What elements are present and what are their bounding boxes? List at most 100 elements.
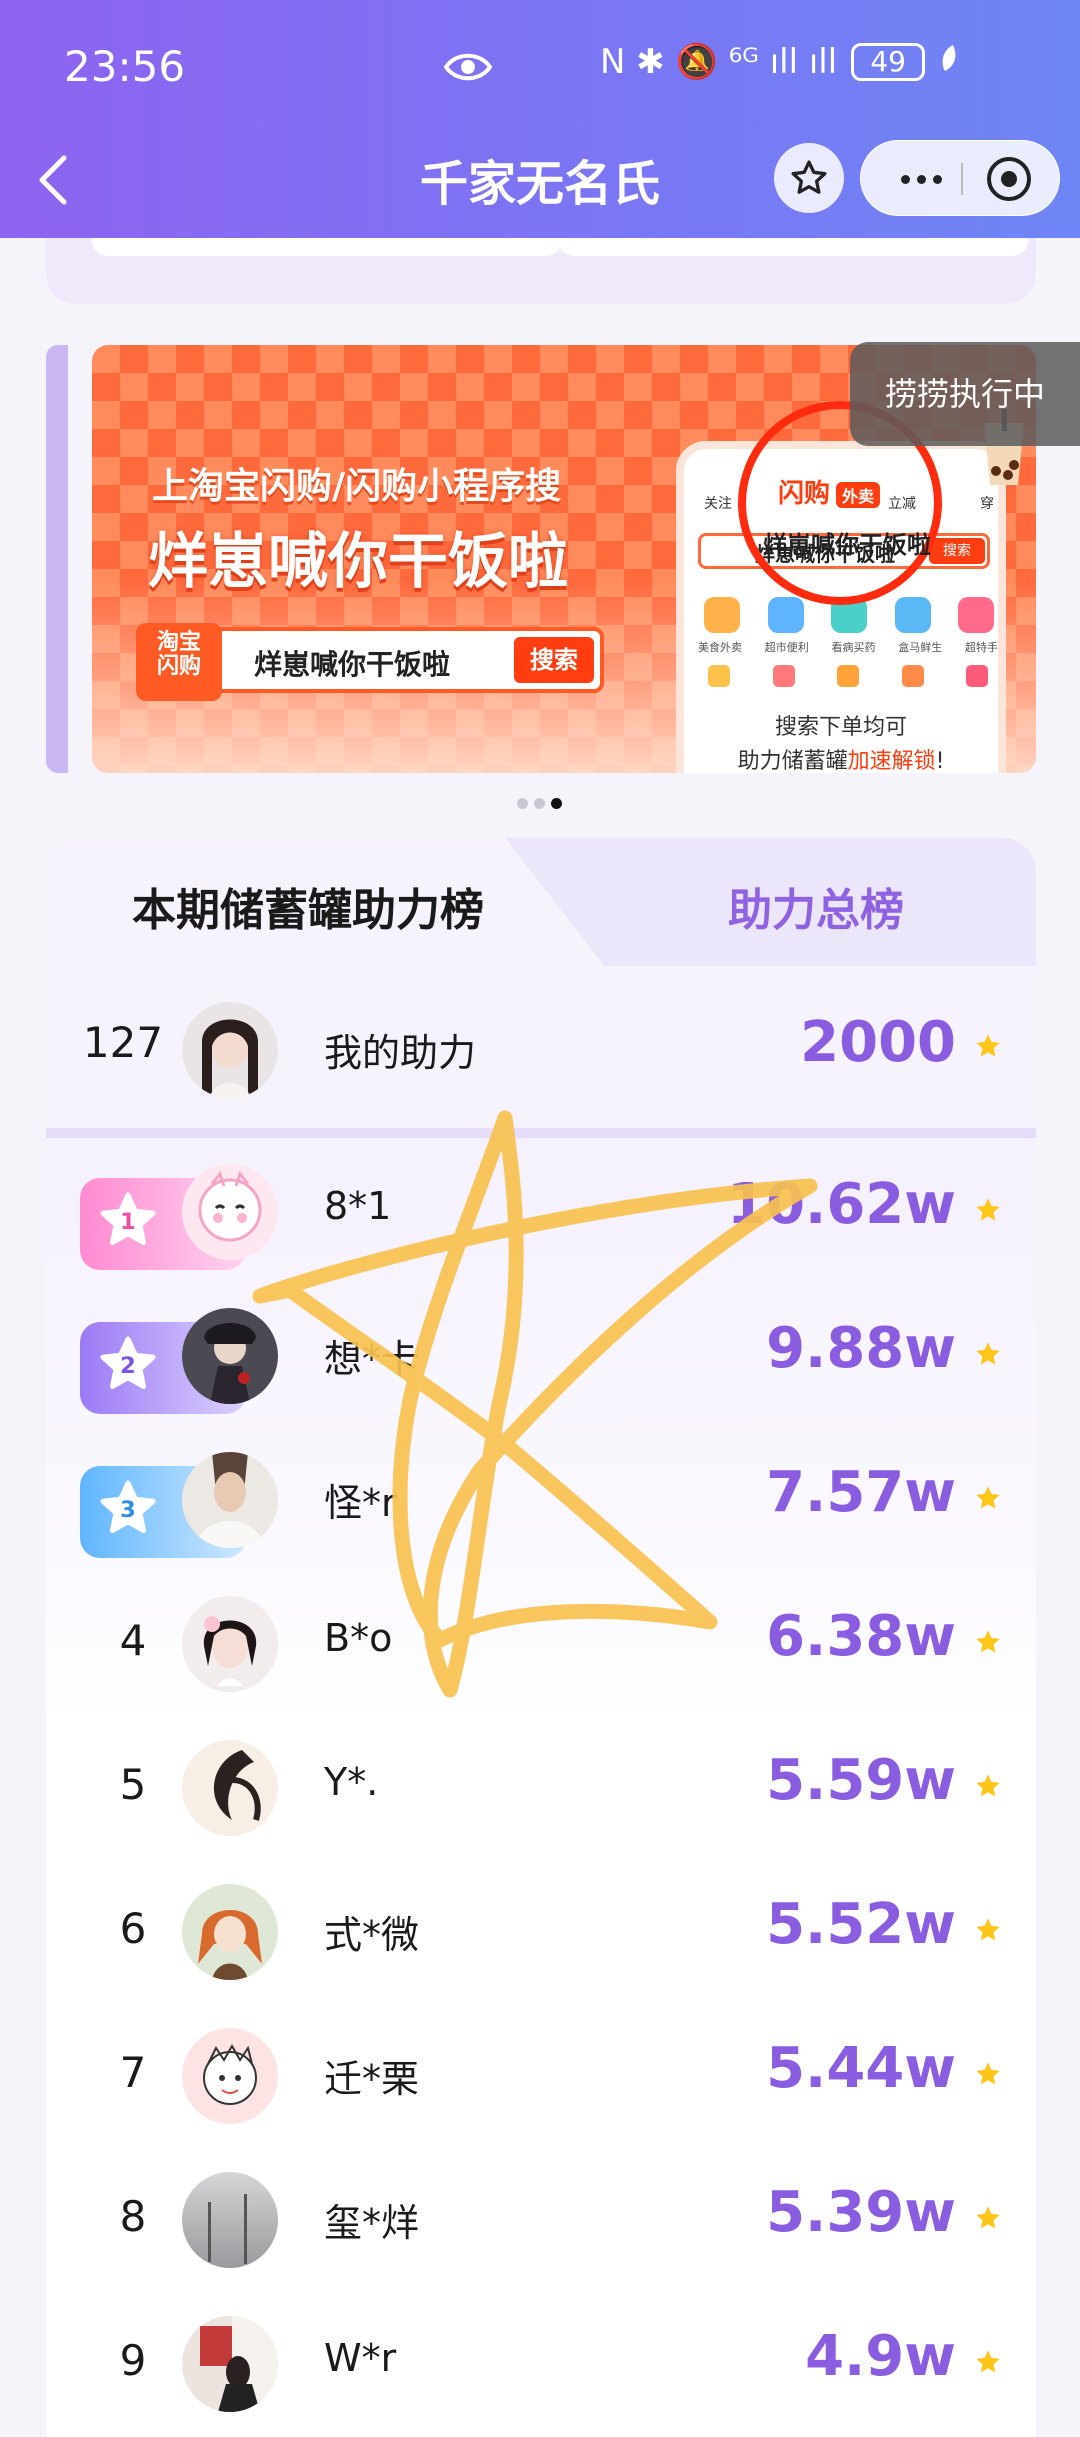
- hema-icon: [894, 597, 931, 633]
- ranking-row[interactable]: 7 迁*栗 5.44w: [46, 2002, 1036, 2146]
- phone-tab: 穿: [980, 496, 994, 512]
- rank-number: 5: [119, 1760, 147, 1809]
- user-avatar[interactable]: [182, 1596, 278, 1692]
- phone-icon-label: 超特手: [965, 641, 998, 654]
- ranking-row[interactable]: 3 怪*r 7.57w: [46, 1426, 1036, 1570]
- store-icon: [767, 597, 804, 633]
- user-name: 玺*烊: [324, 2201, 420, 2245]
- capsule-divider: [961, 163, 963, 195]
- medal-star-icon: 3: [100, 1480, 156, 1533]
- user-avatar[interactable]: [182, 2028, 278, 2124]
- user-score: 6.38w: [766, 1604, 956, 1669]
- small-icon: [708, 665, 730, 687]
- caption-text: !: [935, 749, 945, 773]
- rank-number: 3: [120, 1497, 136, 1523]
- food-icon: [704, 597, 740, 633]
- rank-number: 4: [119, 1616, 147, 1665]
- header: 23:56 N ✱ 🔕 ⁶ᴳ ıll ıll 49 千家无名氏: [0, 0, 1080, 238]
- ranking-row[interactable]: 9 W*r 4.9w: [46, 2290, 1036, 2434]
- banner-search-button: 搜索: [514, 637, 594, 683]
- phone-icon-row-2: [708, 665, 988, 687]
- running-indicator[interactable]: 捞捞执行中: [850, 342, 1080, 446]
- caption-text: 助力储蓄罐: [737, 749, 848, 773]
- phone-icon-labels: 美食外卖 超市便利 看病买药 盒马鲜生 超特手: [698, 639, 998, 655]
- close-miniprogram-button[interactable]: [987, 157, 1031, 201]
- user-avatar[interactable]: [182, 1452, 278, 1548]
- user-avatar[interactable]: [182, 1164, 278, 1260]
- ranking-row[interactable]: 5 Y*. 5.59w: [46, 1714, 1036, 1858]
- rank-number: 8: [119, 2192, 147, 2241]
- user-score: 10.62w: [727, 1172, 956, 1237]
- star-icon: [976, 2350, 1000, 2373]
- eye-icon: [443, 50, 493, 88]
- my-avatar[interactable]: [182, 1002, 278, 1098]
- status-icons: N ✱ 🔕 ⁶ᴳ ıll ıll 49: [600, 42, 959, 82]
- carousel-dots: [517, 798, 562, 809]
- caption-line-1: 搜索下单均可: [774, 715, 907, 740]
- star-icon: [976, 1630, 1000, 1653]
- small-icon: [837, 665, 859, 687]
- user-avatar[interactable]: [182, 2316, 278, 2412]
- user-score: 5.59w: [766, 1748, 956, 1813]
- my-ranking-row: 127 我的助力 2000: [46, 966, 1036, 1138]
- star-icon: [976, 2062, 1000, 2085]
- user-avatar[interactable]: [182, 2172, 278, 2268]
- small-icon: [901, 665, 924, 687]
- ring-search-text: 烊崽喊你干饭啦: [763, 531, 931, 559]
- caption-line-2: 助力储蓄罐加速解锁!: [684, 745, 998, 773]
- tab-current-period-label[interactable]: 本期储蓄罐助力榜: [132, 874, 484, 938]
- phone-caption: 搜索下单均可 助力储蓄罐加速解锁!: [684, 711, 998, 773]
- ranking-card: 本期储蓄罐助力榜 助力总榜 127 我的助力 2000 1 8*1 10.62w…: [46, 838, 1036, 2437]
- user-name: B*o: [324, 1616, 393, 1660]
- phone-search-button: 搜索: [929, 538, 985, 564]
- rank-number: 9: [119, 2336, 147, 2385]
- medal-star-icon: 2: [100, 1336, 156, 1389]
- ranking-row[interactable]: 4 B*o 6.38w: [46, 1570, 1036, 1714]
- user-score: 5.39w: [766, 2180, 956, 2245]
- user-avatar[interactable]: [182, 1740, 278, 1836]
- user-name: 迁*栗: [324, 2057, 420, 2101]
- banner-search-text: 烊崽喊你干饭啦: [254, 648, 451, 681]
- user-name: 式*微: [324, 1913, 420, 1957]
- user-score: 9.88w: [766, 1316, 956, 1381]
- small-icon: [772, 665, 795, 687]
- chevron-left-icon: [39, 155, 67, 205]
- ring-tag: 外卖: [836, 481, 881, 508]
- top-card-box-right: [558, 238, 1028, 256]
- caption-highlight: 加速解锁: [847, 749, 936, 773]
- star-icon: [976, 2206, 1000, 2229]
- star-icon: [976, 1034, 1000, 1057]
- banner-prev-peek: [46, 345, 68, 773]
- small-icon: [966, 665, 988, 687]
- user-name: 8*1: [324, 1184, 392, 1228]
- banner-headline: 烊崽喊你干饭啦: [148, 527, 568, 597]
- rank-number: 2: [120, 1353, 136, 1379]
- user-score: 5.52w: [766, 1892, 956, 1957]
- ranking-row[interactable]: 6 式*微 5.52w: [46, 1858, 1036, 2002]
- user-avatar[interactable]: [182, 1308, 278, 1404]
- user-avatar[interactable]: [182, 1884, 278, 1980]
- favorite-button[interactable]: [774, 143, 844, 213]
- tab-total-ranking[interactable]: 助力总榜: [728, 874, 904, 938]
- ring-label-text: 闪购: [778, 479, 831, 509]
- ranking-row[interactable]: 8 玺*烊 5.39w: [46, 2146, 1036, 2290]
- top-card: [46, 238, 1036, 304]
- more-button[interactable]: [891, 159, 951, 199]
- carousel-dot-active: [551, 798, 562, 809]
- star-icon: [976, 1198, 1000, 1221]
- banner-search-box: 淘宝 闪购 烊崽喊你干饭啦 搜索: [136, 623, 604, 701]
- ranking-row[interactable]: 2 想*卡 9.88w: [46, 1282, 1036, 1426]
- user-name: Y*.: [324, 1760, 379, 1804]
- star-icon: [976, 1774, 1000, 1797]
- battery-icon: 49: [851, 43, 926, 81]
- rank-number: 6: [119, 1904, 147, 1953]
- star-icon: [976, 1342, 1000, 1365]
- user-name: 怪*r: [324, 1481, 397, 1525]
- user-score: 4.9w: [805, 2324, 956, 2389]
- my-score: 2000: [800, 1010, 956, 1075]
- rank-number: 7: [119, 2048, 147, 2097]
- back-button[interactable]: [34, 150, 74, 210]
- medal-star-icon: 1: [100, 1192, 156, 1245]
- miniprogram-capsule: [860, 140, 1060, 216]
- ranking-row[interactable]: 1 8*1 10.62w: [46, 1138, 1036, 1282]
